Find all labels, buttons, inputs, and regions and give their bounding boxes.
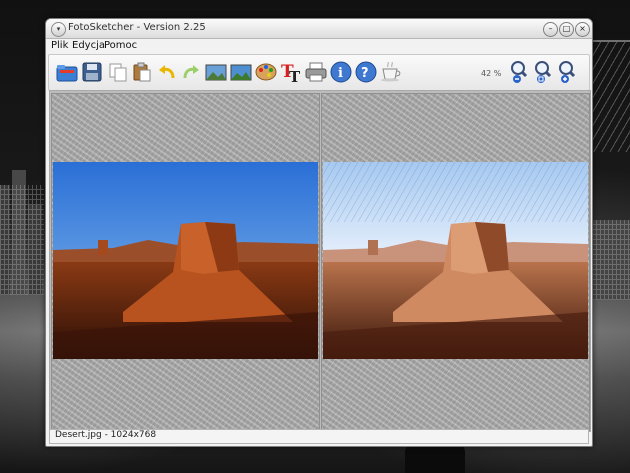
- copy-button[interactable]: [106, 60, 130, 84]
- status-bar: Desert.jpg - 1024x768: [49, 429, 589, 444]
- print-icon: [305, 62, 327, 82]
- menu-edit[interactable]: Edycja: [72, 40, 105, 51]
- svg-text:?: ?: [361, 66, 369, 81]
- save-icon: [82, 62, 102, 82]
- open-icon: [56, 65, 78, 82]
- person-silhouette: [405, 444, 465, 473]
- paste-icon: [133, 62, 151, 82]
- coffee-icon: [381, 62, 401, 82]
- menu-bar: Plik Edycja Pomoc: [46, 39, 592, 54]
- zoom-in-icon: [559, 61, 576, 83]
- original-image-pane[interactable]: [51, 93, 320, 431]
- help-icon: ?: [355, 61, 377, 83]
- original-image-icon: [205, 64, 227, 81]
- redo-button[interactable]: [179, 60, 203, 84]
- svg-text:i: i: [338, 66, 343, 81]
- maximize-button[interactable]: □: [559, 22, 574, 37]
- result-image-button[interactable]: [229, 60, 253, 84]
- city-lights: [0, 185, 44, 295]
- menu-help[interactable]: Pomoc: [104, 40, 137, 51]
- help-button[interactable]: ?: [354, 60, 378, 84]
- paste-button[interactable]: [130, 60, 154, 84]
- workspace: [49, 90, 591, 432]
- zoom-level: 42 %: [481, 69, 502, 78]
- info-button[interactable]: i: [329, 60, 353, 84]
- close-button[interactable]: ×: [575, 22, 590, 37]
- toolbar: TT i ? 42 %: [48, 54, 590, 91]
- text-button[interactable]: TT: [279, 60, 303, 84]
- copy-icon: [109, 63, 127, 82]
- window-menu-button[interactable]: ▾: [51, 22, 66, 37]
- save-button[interactable]: [80, 60, 104, 84]
- app-window: ▾ FotoSketcher - Version 2.25 – □ × Plik…: [45, 18, 593, 447]
- bridge: [592, 40, 630, 152]
- menu-file[interactable]: Plik: [51, 40, 68, 51]
- redo-icon: [183, 65, 199, 79]
- undo-icon: [159, 65, 175, 79]
- palette-button[interactable]: [254, 60, 278, 84]
- zoom-fit-button[interactable]: [531, 60, 555, 84]
- print-button[interactable]: [304, 60, 328, 84]
- result-image-pane[interactable]: [321, 93, 590, 431]
- original-image-button[interactable]: [204, 60, 228, 84]
- donate-button[interactable]: [379, 60, 403, 84]
- sketch-photo: [323, 162, 588, 359]
- zoom-out-icon: [511, 61, 528, 83]
- info-icon: i: [330, 61, 352, 83]
- undo-button[interactable]: [155, 60, 179, 84]
- title-bar[interactable]: ▾ FotoSketcher - Version 2.25 – □ ×: [46, 19, 592, 39]
- result-image-icon: [230, 64, 252, 81]
- original-photo: [53, 162, 318, 359]
- status-text: Desert.jpg - 1024x768: [55, 430, 157, 440]
- text-icon: TT: [281, 62, 301, 83]
- minimize-button[interactable]: –: [543, 22, 558, 37]
- zoom-fit-icon: [535, 61, 552, 83]
- city-lights: [592, 220, 630, 300]
- zoom-in-button[interactable]: [555, 60, 579, 84]
- window-title: FotoSketcher - Version 2.25: [68, 22, 206, 33]
- svg-text:T: T: [289, 68, 301, 83]
- open-button[interactable]: [55, 60, 79, 84]
- palette-icon: [255, 63, 277, 81]
- zoom-out-button[interactable]: [507, 60, 531, 84]
